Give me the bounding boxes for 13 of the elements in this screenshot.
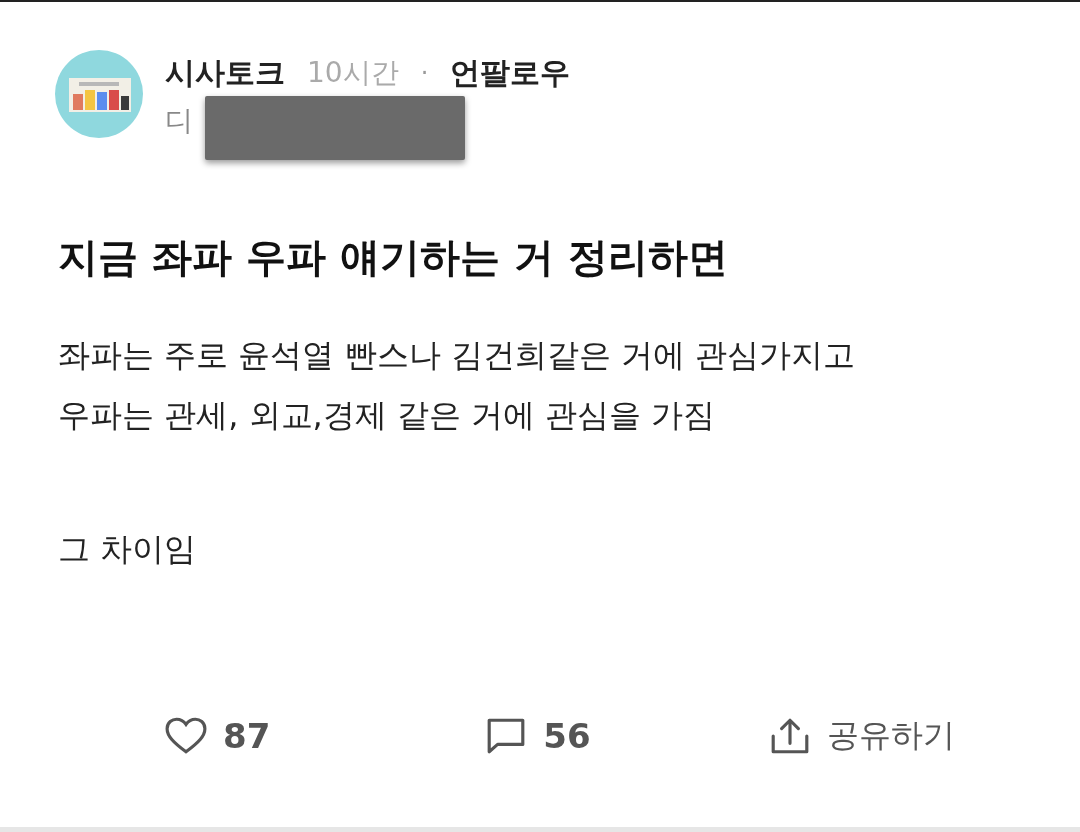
post-text: 우파는 관세, 외교,경제 같은 거에 관심을 가짐 (58, 395, 717, 436)
post-text: 좌파는 주로 윤석열 빤스나 김건희같은 거에 관심가지고 (58, 335, 857, 376)
post-title: 지금 좌파 우파 얘기하는 거 정리하면 (58, 233, 729, 282)
author-subtitle: 디 (165, 103, 193, 139)
separator: · (420, 59, 429, 87)
like-button[interactable]: 87 (165, 714, 271, 758)
post-time: 10시간 (307, 55, 399, 91)
heart-icon (165, 717, 207, 755)
author-name[interactable]: 시사토크 (165, 52, 285, 94)
post-text: 그 차이임 (58, 529, 198, 570)
share-button[interactable]: 공유하기 (768, 714, 955, 758)
comment-button[interactable]: 56 (485, 714, 591, 758)
unfollow-button[interactable]: 언팔로우 (450, 52, 571, 94)
